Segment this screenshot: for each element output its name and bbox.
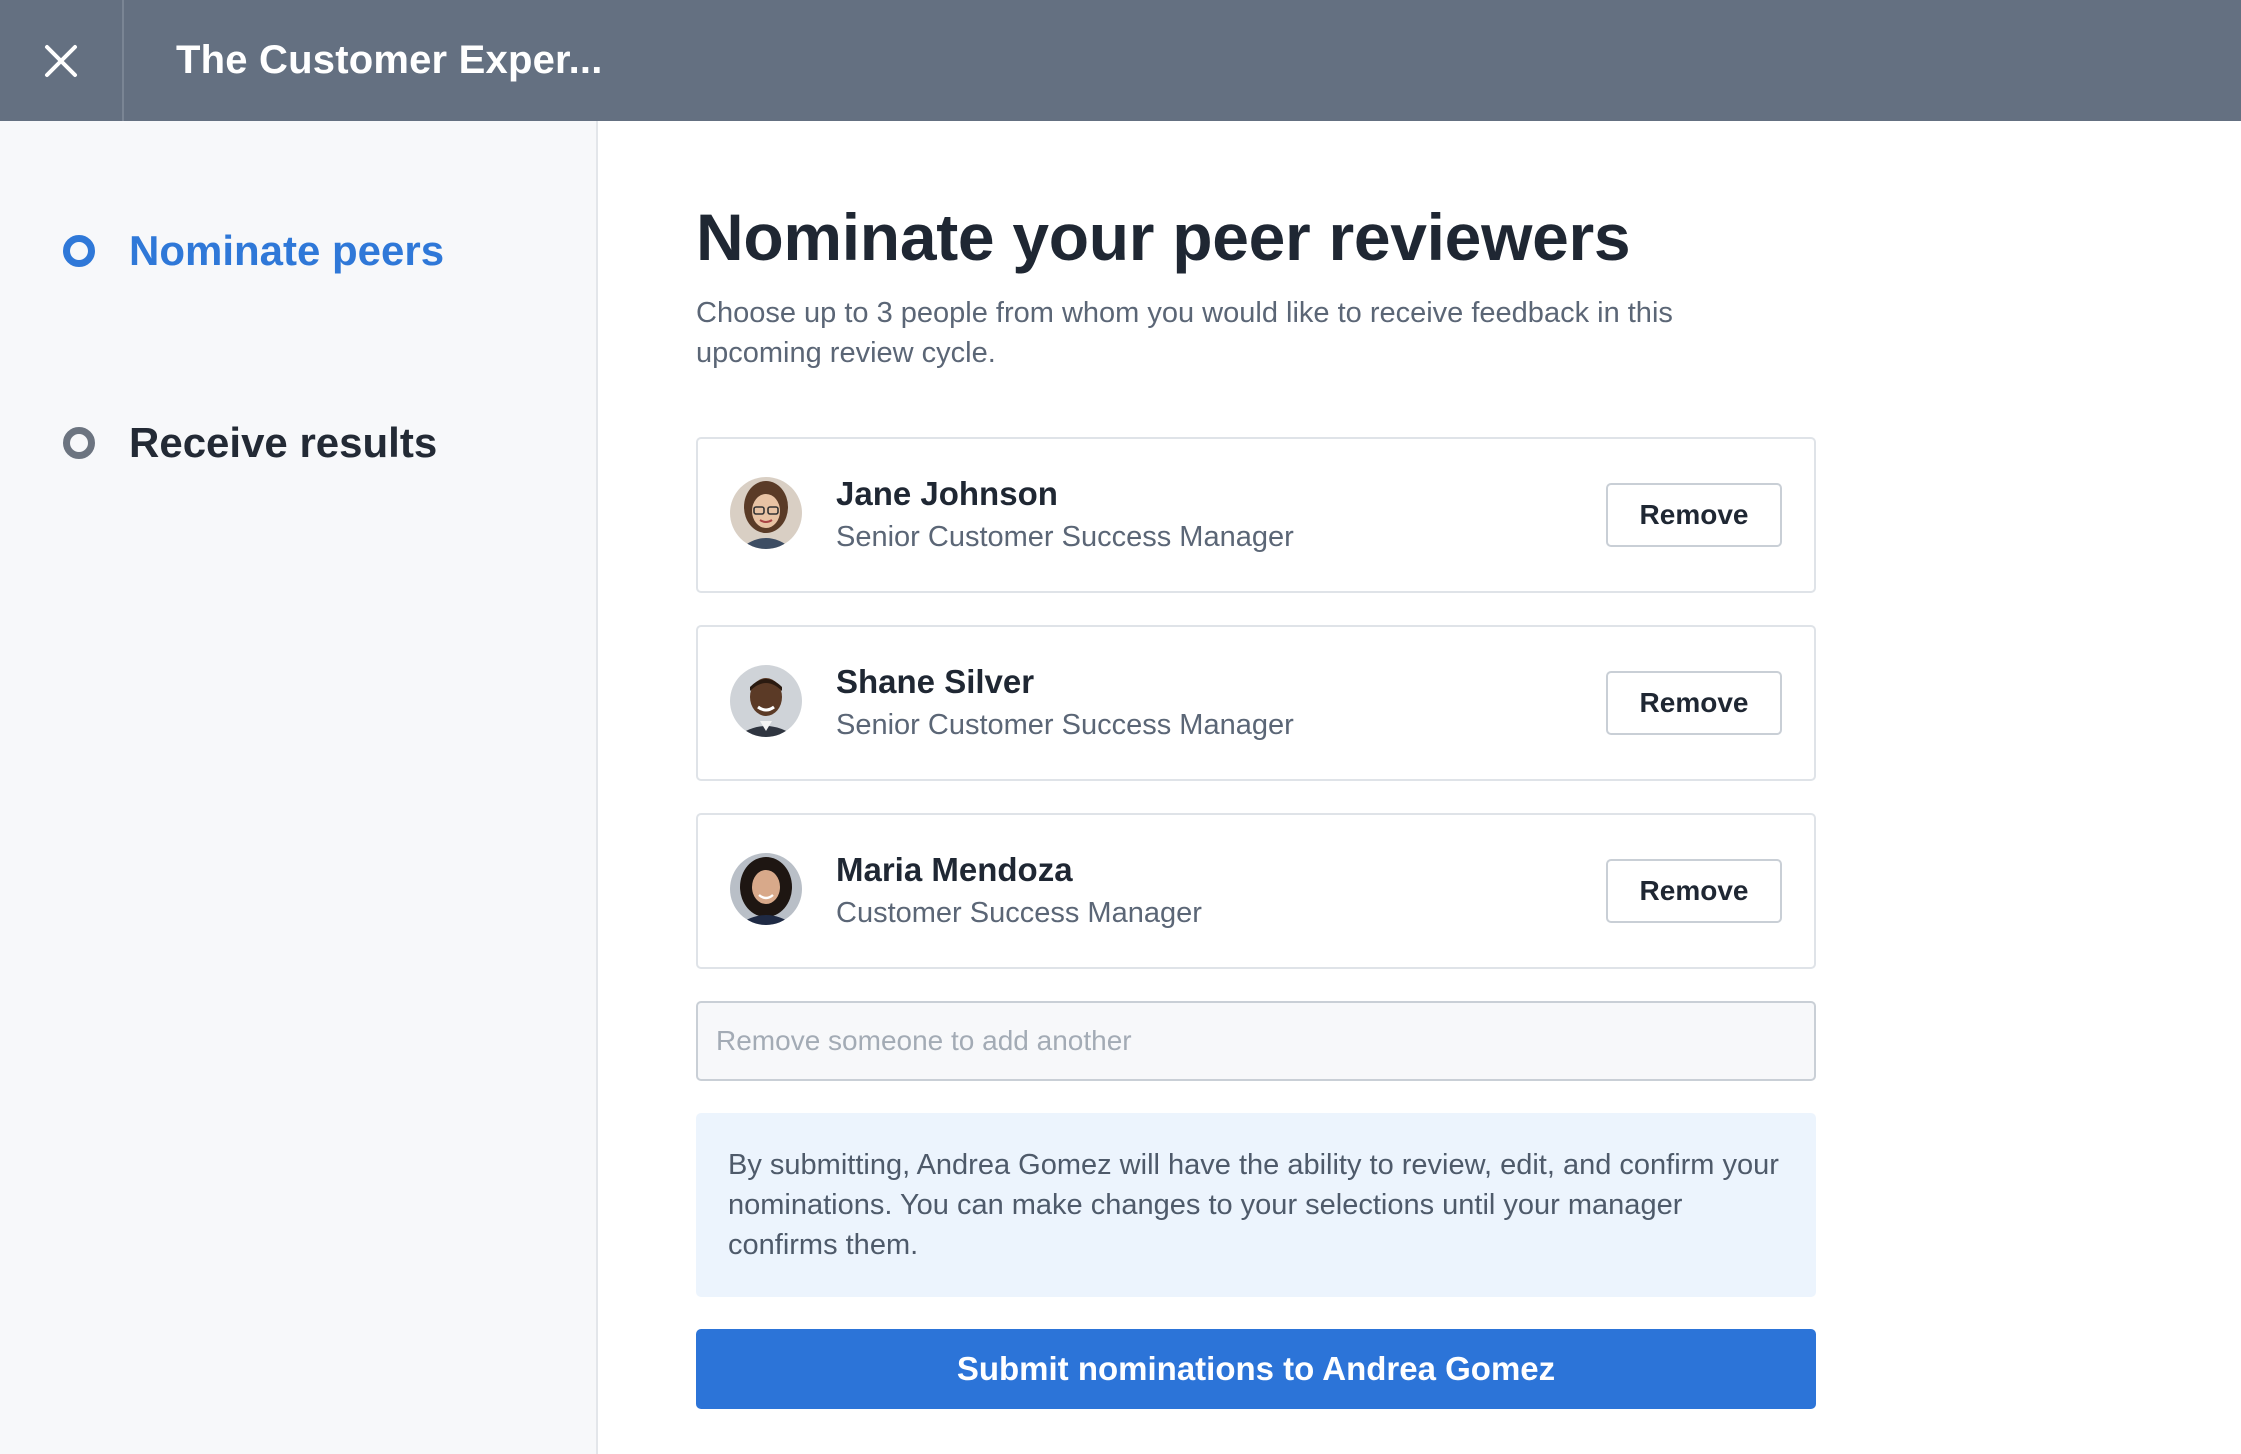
peer-card: Shane Silver Senior Customer Success Man… [696, 625, 1816, 781]
submit-nominations-button[interactable]: Submit nominations to Andrea Gomez [696, 1329, 1816, 1409]
step-nominate-peers[interactable]: Nominate peers [63, 227, 444, 275]
peer-role: Senior Customer Success Manager [836, 521, 1294, 553]
close-icon [45, 44, 77, 77]
peer-card: Jane Johnson Senior Customer Success Man… [696, 437, 1816, 593]
info-notice: By submitting, Andrea Gomez will have th… [696, 1113, 1816, 1297]
add-peer-input[interactable] [696, 1001, 1816, 1081]
remove-button[interactable]: Remove [1606, 483, 1782, 547]
peer-name: Maria Mendoza [836, 851, 1073, 888]
step-label: Receive results [129, 419, 438, 466]
page-subtitle: Choose up to 3 people from whom you woul… [696, 297, 1673, 369]
remove-button[interactable]: Remove [1606, 671, 1782, 735]
steps-sidebar: Nominate peers Receive results [0, 121, 598, 1454]
avatar [730, 477, 802, 549]
avatar [730, 853, 802, 925]
top-bar: The Customer Exper... [0, 0, 2241, 121]
remove-button[interactable]: Remove [1606, 859, 1782, 923]
peer-card: Maria Mendoza Customer Success Manager R… [696, 813, 1816, 969]
peer-name: Jane Johnson [836, 475, 1058, 512]
step-receive-results[interactable]: Receive results [63, 419, 437, 467]
peer-role: Senior Customer Success Manager [836, 709, 1294, 741]
peer-name: Shane Silver [836, 663, 1035, 700]
page-title: Nominate your peer reviewers [696, 200, 1631, 274]
step-label: Nominate peers [129, 227, 445, 274]
close-button[interactable] [0, 0, 124, 121]
avatar [730, 665, 802, 737]
step-ring-icon [63, 427, 95, 459]
review-title: The Customer Exper... [176, 38, 603, 82]
peer-role: Customer Success Manager [836, 897, 1202, 929]
step-ring-icon [63, 235, 95, 267]
